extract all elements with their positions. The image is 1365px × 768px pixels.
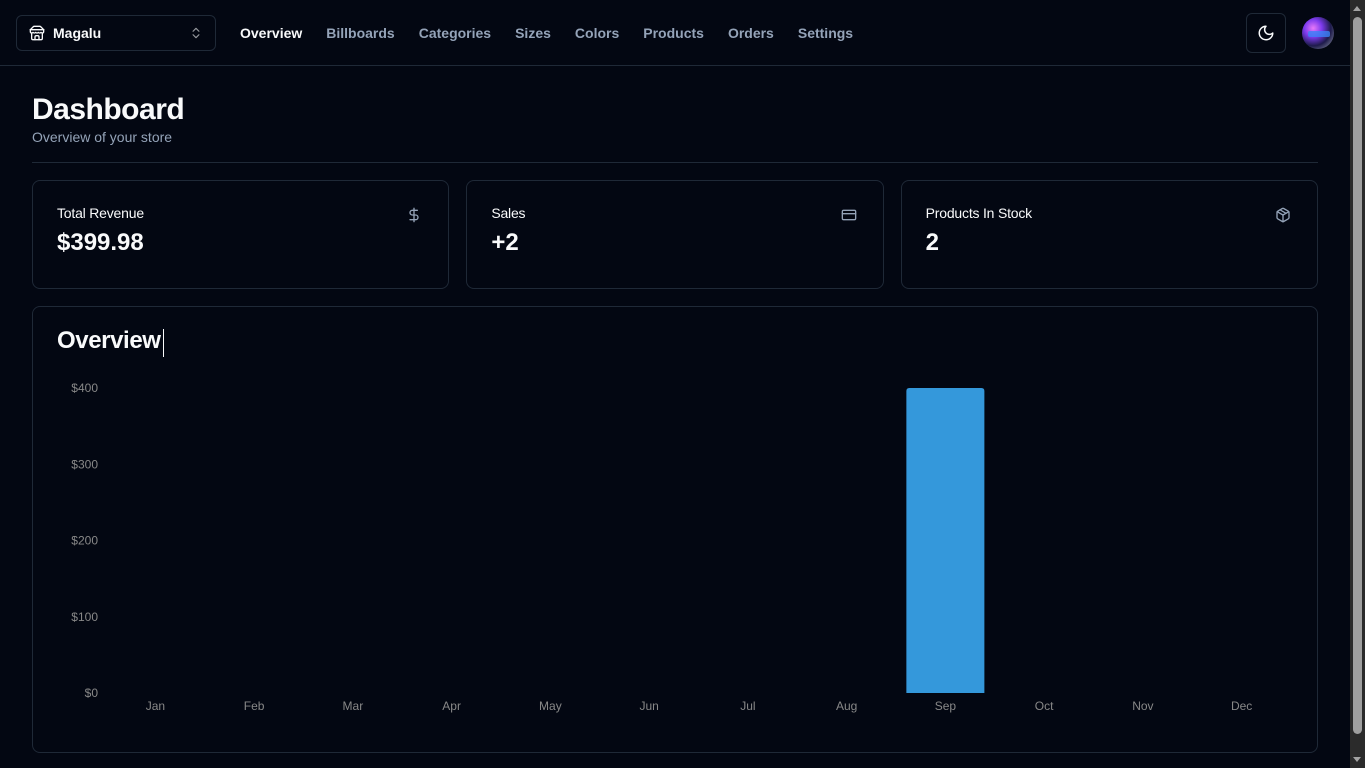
- y-tick-label: $300: [71, 457, 98, 471]
- x-tick-label: Mar: [343, 699, 364, 713]
- nav-orders[interactable]: Orders: [728, 25, 774, 41]
- y-tick-label: $200: [71, 534, 98, 548]
- header-tools: [1246, 12, 1334, 53]
- credit-card-icon: [841, 207, 857, 223]
- nav-overview[interactable]: Overview: [240, 25, 302, 41]
- sales-card: Sales +2: [466, 180, 884, 289]
- overview-card: Overview $0 $100 $200 $300 $400 Jan Feb Mar Apr M…: [32, 306, 1318, 753]
- x-tick-label: Jul: [740, 699, 755, 713]
- nav-billboards[interactable]: Billboards: [326, 25, 394, 41]
- scroll-up-arrow[interactable]: [1353, 6, 1361, 11]
- x-tick-label: Jun: [639, 699, 658, 713]
- page-subtitle: Overview of your store: [32, 129, 173, 145]
- bar-sep[interactable]: [906, 388, 985, 693]
- card-value: 2: [925, 229, 940, 256]
- stats-cards: Total Revenue $399.98 Sales +2 Products …: [32, 180, 1318, 289]
- y-tick-label: $0: [85, 686, 99, 700]
- y-tick-label: $400: [71, 381, 98, 395]
- store-name: Magalu: [53, 24, 102, 41]
- moon-icon: [1257, 24, 1275, 42]
- revenue-bar-chart: $0 $100 $200 $300 $400 Jan Feb Mar Apr May Jun Jul A…: [71, 381, 1252, 713]
- x-tick-label: Jan: [146, 699, 165, 713]
- user-avatar[interactable]: [1302, 16, 1334, 49]
- x-tick-label: Dec: [1231, 699, 1252, 713]
- card-value: +2: [491, 229, 519, 256]
- top-navbar: Magalu Overview Billboards Categories Si…: [0, 0, 1350, 66]
- main-nav: Overview Billboards Categories Sizes Col…: [240, 25, 877, 41]
- card-value: $399.98: [57, 229, 144, 256]
- dollar-sign-icon: [406, 207, 422, 223]
- page: Magalu Overview Billboards Categories Si…: [0, 0, 1350, 768]
- nav-sizes[interactable]: Sizes: [515, 25, 551, 41]
- y-tick-label: $100: [71, 610, 98, 624]
- x-tick-label: Aug: [836, 699, 857, 713]
- vertical-scrollbar[interactable]: [1350, 0, 1365, 768]
- x-tick-label: Oct: [1035, 699, 1054, 713]
- x-tick-label: Nov: [1132, 699, 1153, 713]
- nav-products[interactable]: Products: [643, 25, 704, 41]
- total-revenue-card: Total Revenue $399.98: [32, 180, 450, 289]
- x-tick-label: Sep: [935, 699, 957, 713]
- scrollbar-thumb[interactable]: [1353, 17, 1362, 734]
- main-content: Dashboard Overview of your store Total R…: [0, 66, 1350, 753]
- store-switcher[interactable]: Magalu: [16, 14, 216, 51]
- chevrons-up-down-icon: [189, 26, 203, 40]
- card-label: Sales: [491, 205, 526, 221]
- x-tick-label: Apr: [442, 699, 461, 713]
- divider: [32, 162, 1318, 163]
- page-title: Dashboard: [32, 93, 185, 126]
- nav-settings[interactable]: Settings: [798, 25, 853, 41]
- card-label: Products In Stock: [925, 205, 1033, 221]
- nav-categories[interactable]: Categories: [419, 25, 491, 41]
- products-in-stock-card: Products In Stock 2: [900, 180, 1318, 289]
- x-tick-label: May: [539, 699, 562, 713]
- package-icon: [1275, 207, 1291, 223]
- nav-colors[interactable]: Colors: [575, 25, 619, 41]
- x-tick-label: Feb: [244, 699, 265, 713]
- theme-toggle-button[interactable]: [1246, 12, 1286, 53]
- store-icon: [29, 25, 45, 41]
- scroll-down-arrow[interactable]: [1353, 757, 1361, 762]
- card-label: Total Revenue: [57, 205, 144, 221]
